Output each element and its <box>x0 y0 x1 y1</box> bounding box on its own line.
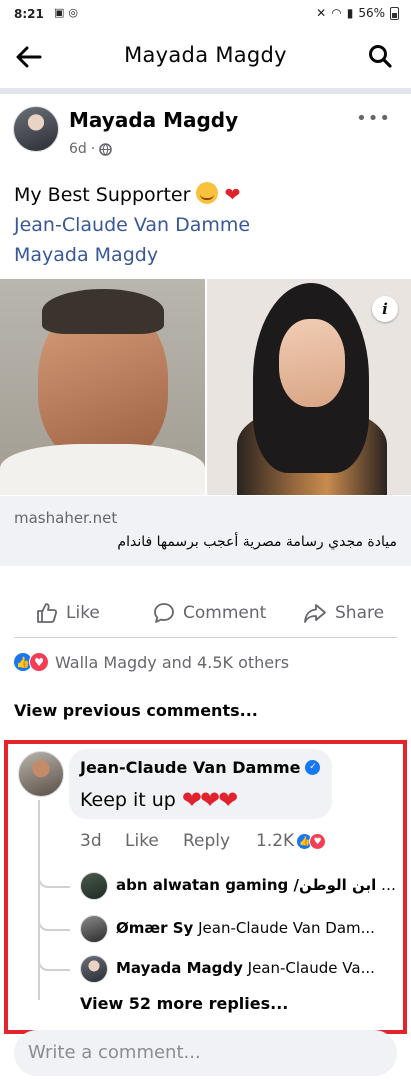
reply-avatar[interactable] <box>80 872 108 900</box>
tag-jean-claude[interactable]: Jean-Claude Van Damme <box>14 210 250 240</box>
comment-text: Keep it up ❤❤❤ <box>80 786 238 814</box>
comment-author-name: Jean-Claude Van Damme <box>80 758 301 777</box>
post-text-line: My Best Supporter <box>14 184 191 206</box>
link-preview[interactable]: mashaher.net ميادة مجدي رسامة مصرية أعجب… <box>0 496 411 566</box>
post-body: My Best Supporter ❤ Jean-Claude Van Damm… <box>14 180 250 270</box>
thread-connector <box>38 911 70 931</box>
reply-avatar[interactable] <box>80 915 108 943</box>
comment-like-button[interactable]: Like <box>125 831 159 851</box>
comment-icon <box>154 603 174 623</box>
view-previous-comments[interactable]: View previous comments... <box>14 701 258 720</box>
search-button[interactable] <box>367 43 393 69</box>
comment-reaction-count: 1.2K <box>256 831 295 851</box>
gallery-icon: ▣ <box>54 6 65 19</box>
reply-snippet: Jean-Claude Va... <box>247 959 375 977</box>
link-title: ميادة مجدي رسامة مصرية أعجب برسمها فاندا… <box>117 534 397 550</box>
comment-button[interactable]: Comment <box>153 602 266 624</box>
top-app-bar: Mayada Magdy <box>0 30 411 84</box>
reply-snippet: Jean-Claude Van Dam... <box>198 919 375 937</box>
post-time[interactable]: 6d <box>69 141 87 157</box>
thumbs-up-icon <box>37 603 58 623</box>
battery-percent: 56% <box>358 6 385 20</box>
love-reaction-icon: ♥ <box>29 652 49 672</box>
like-label: Like <box>66 603 100 623</box>
link-domain: mashaher.net <box>14 509 118 527</box>
reactions-text: Walla Magdy and 4.5K others <box>55 652 290 672</box>
comment-composer[interactable]: Write a comment... <box>14 1030 397 1076</box>
view-more-replies[interactable]: View 52 more replies... <box>80 994 288 1013</box>
thread-line <box>38 800 40 1000</box>
love-reaction-icon: ♥ <box>309 832 327 850</box>
reply-snippet: J... <box>381 876 398 894</box>
status-time: 8:21 <box>14 7 44 21</box>
photo-face <box>279 319 345 407</box>
share-label: Share <box>335 603 385 623</box>
like-button[interactable]: Like <box>36 602 100 624</box>
verified-badge-icon: ✓ <box>305 760 321 775</box>
comment-body: Keep it up <box>80 789 176 811</box>
photo-shirt <box>0 444 205 495</box>
mute-icon: ✕ <box>316 6 327 20</box>
actions-divider <box>14 637 397 638</box>
wifi-icon: ◠ <box>331 6 342 20</box>
whatsapp-icon: ◎ <box>68 6 79 19</box>
comment-label: Comment <box>183 603 267 623</box>
info-icon[interactable]: i <box>372 296 398 322</box>
post-actions: Like Comment Share <box>0 594 411 634</box>
battery-icon <box>390 6 399 20</box>
page-title: Mayada Magdy <box>124 43 287 67</box>
link-image-left[interactable] <box>0 279 205 495</box>
thread-connector <box>38 868 70 888</box>
red-heart-emoji-icon: ❤ <box>224 184 241 206</box>
post-author-name[interactable]: Mayada Magdy <box>69 108 238 132</box>
reply-author: Mayada Magdy <box>116 959 243 977</box>
reply-avatar[interactable] <box>80 955 108 983</box>
reply-author: Ømær Sy <box>116 919 194 937</box>
search-icon <box>369 45 392 68</box>
smiling-hearts-emoji-icon <box>196 182 219 204</box>
reply-text: Ømær Sy Jean-Claude Van Dam... <box>116 919 398 937</box>
comment-reply-button[interactable]: Reply <box>183 831 230 851</box>
share-icon <box>304 604 326 623</box>
reply-author: abn alwatan gaming /ابن الوطن <box>116 876 377 894</box>
photo-hair <box>42 289 164 334</box>
comment-time[interactable]: 3d <box>80 831 102 851</box>
commenter-avatar[interactable] <box>18 751 64 797</box>
post-meta: 6d · <box>69 141 113 157</box>
thread-connector <box>38 951 70 971</box>
globe-icon <box>99 142 113 156</box>
dot-separator: · <box>90 141 96 157</box>
red-hearts-emoji-icon: ❤❤❤ <box>181 786 238 814</box>
comment-reactions[interactable]: 1.2K 👍 ♥ <box>256 831 332 851</box>
comment-input-placeholder: Write a comment... <box>28 1042 201 1063</box>
tag-mayada[interactable]: Mayada Magdy <box>14 240 250 270</box>
reply-text: Mayada Magdy Jean-Claude Va... <box>116 959 398 977</box>
signal-icon: ▮ <box>346 6 354 20</box>
reactions-summary[interactable]: 👍 ♥ Walla Magdy and 4.5K others <box>13 652 289 672</box>
comment-author[interactable]: Jean-Claude Van Damme ✓ <box>80 758 321 777</box>
author-avatar[interactable] <box>13 106 59 152</box>
notification-icons: ▣ ◎ <box>54 6 78 19</box>
status-right: ✕ ◠ ▮ 56% <box>316 6 399 20</box>
more-options-icon[interactable]: ••• <box>356 108 391 129</box>
reply-text: abn alwatan gaming /ابن الوطن J... <box>116 876 398 894</box>
status-bar: 8:21 ▣ ◎ ✕ ◠ ▮ 56% <box>0 0 411 30</box>
header-divider <box>0 88 411 94</box>
share-button[interactable]: Share <box>303 602 384 624</box>
